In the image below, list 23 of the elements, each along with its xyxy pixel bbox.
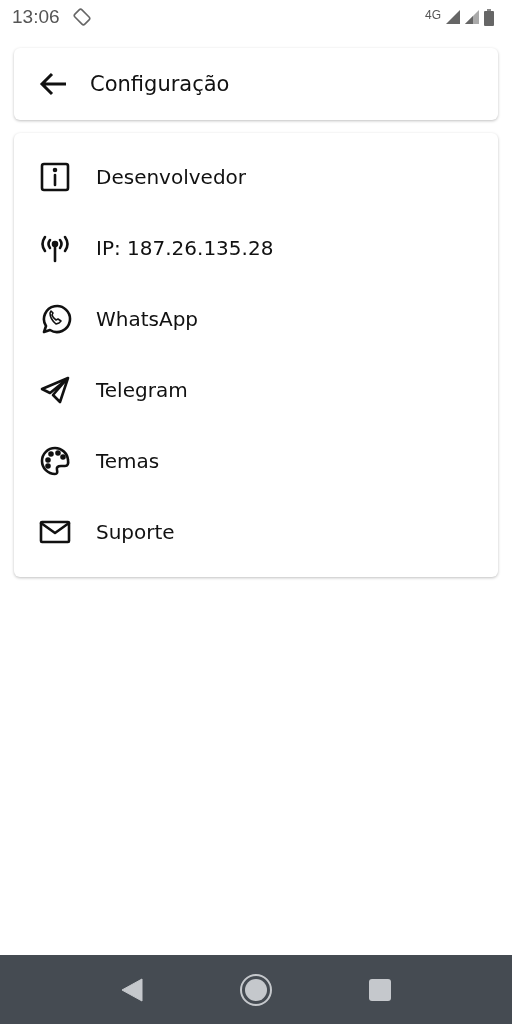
- page-title: Configuração: [90, 72, 230, 96]
- menu-item[interactable]: Suporte: [14, 496, 498, 567]
- menu-item[interactable]: Temas: [14, 425, 498, 496]
- menu-label: IP: 187.26.135.28: [96, 235, 274, 260]
- rotate-icon: [72, 8, 91, 26]
- menu-item[interactable]: IP: 187.26.135.28: [14, 212, 498, 283]
- menu-label: WhatsApp: [96, 306, 199, 331]
- menu-label: Desenvolvedor: [96, 164, 247, 189]
- status-time: 13:06: [12, 6, 60, 28]
- signal-icon: [446, 10, 460, 24]
- menu-label: Temas: [96, 448, 160, 473]
- home-icon[interactable]: [239, 972, 273, 1007]
- battery-icon: [484, 8, 494, 26]
- menu-item[interactable]: Desenvolvedor: [14, 141, 498, 212]
- menu-label: Suporte: [96, 519, 175, 544]
- signal-icon: [465, 10, 479, 24]
- menu-label: Telegram: [96, 377, 188, 402]
- back-arrow-icon[interactable]: [38, 71, 68, 97]
- menu-item[interactable]: WhatsApp: [14, 283, 498, 354]
- menu-item[interactable]: Telegram: [14, 354, 498, 425]
- recents-icon[interactable]: [369, 978, 391, 1001]
- back-icon[interactable]: [121, 977, 143, 1002]
- network-type: 4G: [425, 8, 441, 22]
